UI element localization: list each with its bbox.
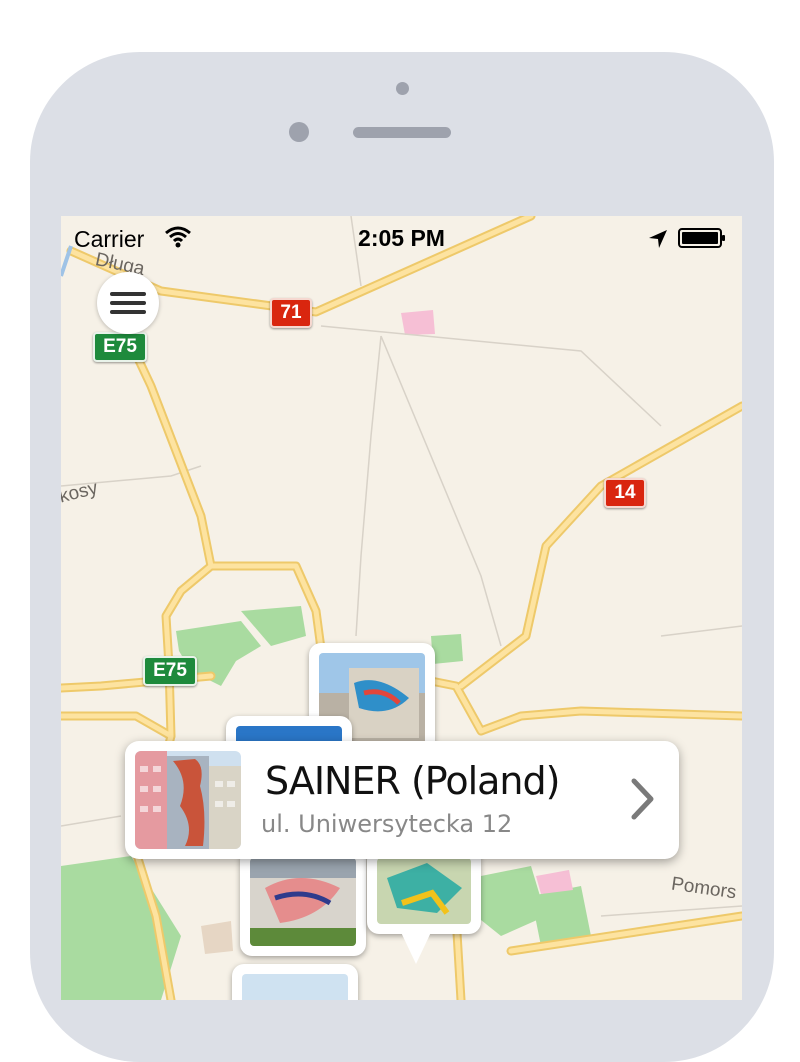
map-photo-pin[interactable] <box>232 964 358 1000</box>
road-shield-e75: E75 <box>143 656 197 686</box>
poi-area <box>401 310 435 335</box>
poi-area <box>536 870 573 894</box>
pin-pointer <box>399 928 433 964</box>
proximity-sensor <box>396 82 409 95</box>
callout-address: ul. Uniwersytecka 12 <box>261 810 513 838</box>
map-photo-pin[interactable] <box>367 848 481 934</box>
battery-icon <box>678 228 725 248</box>
map-photo-pin[interactable] <box>240 848 366 956</box>
callout-title: SAINER (Poland) <box>265 759 560 803</box>
pin-photo <box>377 858 471 924</box>
screen: Długa kosy Pomors E75 E75 71 14 Carrier … <box>61 216 742 1000</box>
location-callout[interactable]: SAINER (Poland) ul. Uniwersytecka 12 <box>125 741 679 859</box>
location-arrow-icon <box>649 230 667 248</box>
earpiece-speaker <box>353 127 451 138</box>
front-camera <box>289 122 309 142</box>
callout-thumbnail <box>135 751 241 849</box>
status-bar: Carrier 2:05 PM <box>61 216 742 260</box>
pin-photo <box>250 858 356 946</box>
menu-button[interactable] <box>97 272 159 334</box>
chevron-right-icon[interactable] <box>630 777 656 821</box>
pin-photo <box>242 974 348 1000</box>
road-shield-14: 14 <box>604 478 646 508</box>
park-area <box>431 634 463 664</box>
status-time: 2:05 PM <box>358 225 445 251</box>
road-shield-71: 71 <box>270 298 312 328</box>
poi-area <box>201 921 233 954</box>
road-shield-e75: E75 <box>93 332 147 362</box>
